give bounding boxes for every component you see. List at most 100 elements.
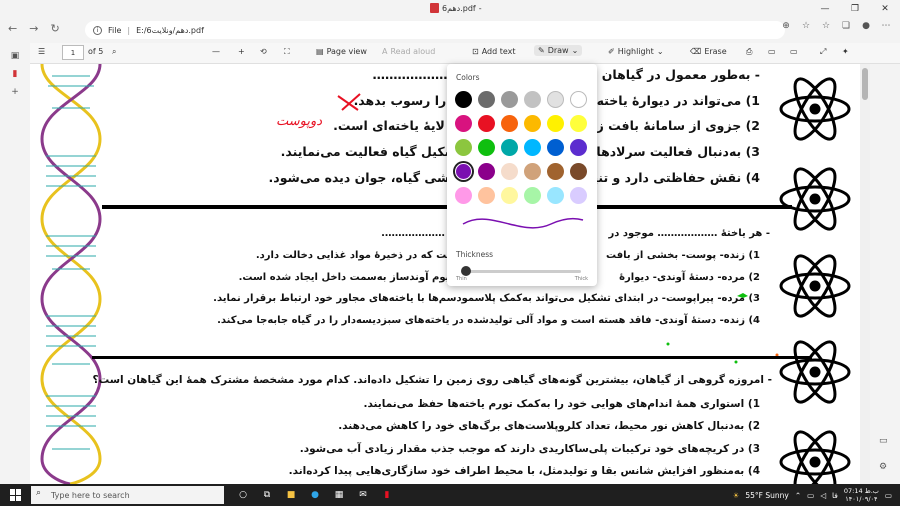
- color-swatch[interactable]: [478, 91, 495, 108]
- chevron-down-icon[interactable]: ⌄: [657, 47, 664, 56]
- color-swatch[interactable]: [524, 187, 541, 204]
- url-field[interactable]: i File | E:/6دهم/ونلایت.pdf: [85, 21, 785, 39]
- color-swatch[interactable]: [524, 91, 541, 108]
- mail-icon[interactable]: ✉: [355, 487, 371, 503]
- highlight-button[interactable]: ✐ Highlight ⌄: [608, 47, 664, 56]
- acrobat-icon[interactable]: ▮: [379, 487, 395, 503]
- weather-icon[interactable]: ☀: [733, 491, 740, 500]
- fullscreen-icon[interactable]: ⤢: [820, 47, 826, 57]
- question-1-option-2-end: ک لایهٔ یاخته‌ای است.: [333, 118, 462, 133]
- favorite-star-icon[interactable]: ☆: [798, 21, 814, 31]
- restore-icon[interactable]: ❐: [840, 0, 870, 18]
- color-swatch[interactable]: [570, 163, 587, 180]
- contents-icon[interactable]: ☰: [38, 47, 45, 56]
- thickness-slider-handle[interactable]: [461, 266, 471, 276]
- color-swatch[interactable]: [501, 187, 518, 204]
- color-swatch[interactable]: [478, 139, 495, 156]
- taskbar: ⌕ Type here to search ○ ⧉ ■ ● ▦ ✉ ▮ ☀ 55…: [0, 484, 900, 506]
- page-number-input[interactable]: 1: [62, 45, 84, 60]
- color-swatch[interactable]: [455, 163, 472, 180]
- taskbar-search-input[interactable]: ⌕ Type here to search: [31, 486, 224, 504]
- color-swatch[interactable]: [455, 187, 472, 204]
- profile-icon[interactable]: ●: [858, 21, 874, 31]
- color-swatch[interactable]: [455, 91, 472, 108]
- volume-icon[interactable]: ◁: [820, 491, 826, 500]
- question-2-option-2: 2) مرده- دستهٔ آوندی- دیوارهٔ: [619, 272, 760, 283]
- zoom-in-button[interactable]: +: [238, 47, 245, 56]
- zoom-out-button[interactable]: —: [212, 47, 220, 56]
- erase-button[interactable]: ⌫ Erase: [690, 47, 727, 56]
- add-tab-icon[interactable]: +: [0, 87, 30, 97]
- color-swatch[interactable]: [547, 115, 564, 132]
- color-swatch[interactable]: [501, 163, 518, 180]
- language-indicator[interactable]: فا: [832, 491, 838, 500]
- read-aloud-button[interactable]: A Read aloud: [382, 47, 435, 56]
- cortana-icon[interactable]: ○: [235, 487, 251, 503]
- print-icon[interactable]: ⎙: [746, 47, 752, 57]
- eraser-icon: ⌫: [690, 47, 702, 56]
- add-text-icon: ⊡: [472, 47, 479, 56]
- save-icon[interactable]: ▭: [768, 47, 776, 56]
- color-swatch[interactable]: [570, 115, 587, 132]
- color-swatch[interactable]: [547, 91, 564, 108]
- windows-start-icon[interactable]: [10, 489, 22, 501]
- notifications-icon[interactable]: ▭: [885, 491, 892, 500]
- pdf-file-icon: [430, 3, 439, 13]
- color-swatch[interactable]: [524, 139, 541, 156]
- chevron-down-icon[interactable]: ⌄: [572, 46, 579, 55]
- colors-label: Colors: [456, 73, 480, 82]
- task-view-icon[interactable]: ⧉: [259, 487, 275, 503]
- pdf-tab-icon[interactable]: ▮: [0, 69, 30, 79]
- pin-toolbar-icon[interactable]: ✦: [842, 47, 849, 56]
- info-icon[interactable]: i: [93, 25, 102, 35]
- refresh-icon[interactable]: ↻: [50, 22, 59, 35]
- clock[interactable]: 07:14 ب.ظ ۱۴۰۱/۰۹/۰۴: [844, 487, 879, 503]
- color-swatch[interactable]: [524, 115, 541, 132]
- collections-icon[interactable]: ❏: [838, 21, 854, 31]
- find-icon[interactable]: ⌕: [112, 47, 116, 57]
- settings-gear-icon[interactable]: ⚙: [879, 462, 887, 472]
- page-view-button[interactable]: ▤ Page view: [316, 47, 367, 56]
- question-2-option-2-end: مبیوم آوندساز به‌سمت داخل ایجاد شده است.: [238, 272, 460, 283]
- split-screen-icon[interactable]: ▭: [879, 436, 888, 446]
- color-swatch[interactable]: [501, 91, 518, 108]
- color-swatch[interactable]: [547, 139, 564, 156]
- save-as-icon[interactable]: ▭: [790, 47, 798, 56]
- thickness-slider[interactable]: [465, 270, 581, 273]
- minimize-icon[interactable]: —: [810, 0, 840, 18]
- rotate-icon[interactable]: ⟲: [260, 47, 267, 56]
- fit-page-icon[interactable]: ⛶: [284, 47, 290, 57]
- color-swatch[interactable]: [501, 115, 518, 132]
- color-swatch[interactable]: [501, 139, 518, 156]
- forward-icon[interactable]: →: [29, 22, 38, 35]
- color-swatch[interactable]: [547, 163, 564, 180]
- network-icon[interactable]: ▭: [807, 491, 814, 500]
- address-bar: ← → ↻ i File | E:/6دهم/ونلایت.pdf ⊕ ☆ ☆ …: [0, 18, 900, 42]
- color-swatch[interactable]: [478, 163, 495, 180]
- edge-icon[interactable]: ●: [307, 487, 323, 503]
- color-swatch[interactable]: [547, 187, 564, 204]
- draw-button[interactable]: ✎ Draw ⌄: [534, 45, 583, 56]
- weather-text[interactable]: 55°F Sunny: [745, 491, 788, 500]
- add-text-button[interactable]: ⊡ Add text: [472, 47, 516, 56]
- color-swatch[interactable]: [455, 139, 472, 156]
- tray-chevron-icon[interactable]: ⌃: [795, 491, 801, 500]
- color-swatch[interactable]: [524, 163, 541, 180]
- back-icon[interactable]: ←: [8, 22, 17, 35]
- color-swatch[interactable]: [570, 91, 587, 108]
- close-icon[interactable]: ✕: [870, 0, 900, 18]
- color-swatch[interactable]: [478, 187, 495, 204]
- store-icon[interactable]: ▦: [331, 487, 347, 503]
- scrollbar-thumb[interactable]: [862, 68, 868, 100]
- scrollbar[interactable]: [860, 64, 870, 484]
- color-swatch[interactable]: [455, 115, 472, 132]
- color-swatch[interactable]: [478, 115, 495, 132]
- tab-actions-icon[interactable]: ▣: [0, 51, 30, 61]
- zoom-icon[interactable]: ⊕: [778, 21, 794, 31]
- pdf-toolbar: ☰ 1 of 5 ⌕ — + ⟲ ⛶ ▤ Page view A Read alou…: [30, 43, 900, 64]
- file-explorer-icon[interactable]: ■: [283, 487, 299, 503]
- more-icon[interactable]: ⋯: [878, 21, 894, 31]
- color-swatch[interactable]: [570, 139, 587, 156]
- favorites-icon[interactable]: ☆: [818, 21, 834, 31]
- color-swatch[interactable]: [570, 187, 587, 204]
